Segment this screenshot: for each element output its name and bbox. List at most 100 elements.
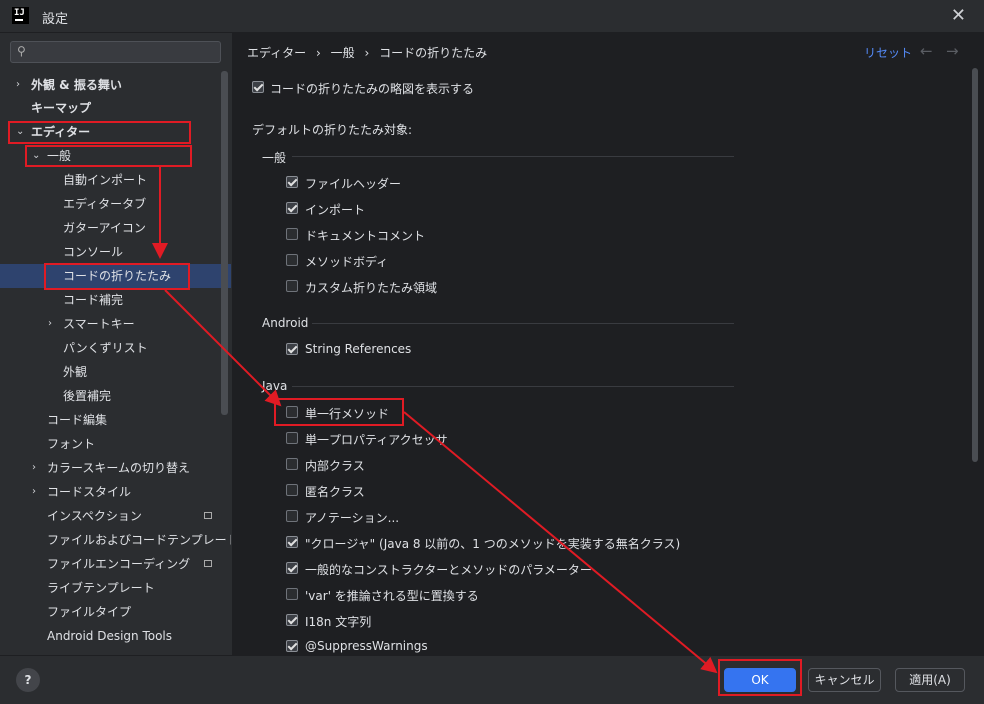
sidebar-item-label: コードスタイル: [47, 485, 132, 499]
sidebar-item-label: キーマップ: [31, 101, 92, 115]
show-outline-label: コードの折りたたみの略図を表示する: [270, 82, 475, 96]
sidebar-item-console[interactable]: コンソール: [0, 240, 231, 264]
option-label: I18n 文字列: [305, 615, 372, 629]
option-annotations-checkbox[interactable]: [286, 510, 298, 522]
sidebar-item-label: インスペクション: [47, 509, 142, 523]
breadcrumb-item[interactable]: エディター: [247, 46, 306, 60]
sidebar-item-editor[interactable]: ⌄ エディター: [0, 120, 231, 144]
chevron-down-icon: ⌄: [16, 126, 25, 137]
sidebar-item-label: 自動インポート: [63, 173, 148, 187]
app-logo: IJ: [12, 7, 29, 24]
content-scrollbar[interactable]: [972, 68, 978, 462]
apply-button[interactable]: 適用(A): [895, 668, 965, 692]
option-label: 単一行メソッド: [305, 407, 390, 421]
sidebar-item-gutter-icons[interactable]: ガターアイコン: [0, 216, 231, 240]
option-string-references-checkbox[interactable]: [286, 343, 298, 355]
option-var-inferred-type-checkbox[interactable]: [286, 588, 298, 600]
sidebar-item-appearance[interactable]: › 外観 & 振る舞い: [0, 73, 231, 97]
help-icon[interactable]: ?: [16, 668, 40, 692]
option-label: 'var' を推論される型に置換する: [305, 589, 479, 603]
option-label: 単一プロパティアクセッサ: [305, 433, 448, 447]
sidebar-item-general[interactable]: ⌄ 一般: [0, 144, 231, 168]
sidebar-item-label: ファイルエンコーディング: [47, 557, 191, 571]
sidebar-item-label: コード補完: [63, 293, 124, 307]
forward-arrow-icon[interactable]: →: [946, 42, 959, 60]
option-property-accessors-checkbox[interactable]: [286, 432, 298, 444]
settings-sidebar: ⚲ › 外観 & 振る舞い キーマップ ⌄ エディター ⌄ 一般 自動インポート…: [0, 33, 231, 655]
option-one-line-methods-checkbox[interactable]: [286, 406, 298, 418]
breadcrumb-separator: ›: [316, 46, 321, 60]
breadcrumb: エディター › 一般 › コードの折りたたみ: [247, 44, 493, 61]
option-i18n-strings-checkbox[interactable]: [286, 614, 298, 626]
sidebar-item-label: カラースキームの切り替え: [47, 461, 191, 475]
search-input[interactable]: ⚲: [10, 41, 221, 63]
sidebar-item-code-folding[interactable]: コードの折りたたみ: [0, 264, 231, 288]
sidebar-item-file-templates[interactable]: ファイルおよびコードテンプレート: [0, 528, 231, 552]
option-label: @SuppressWarnings: [305, 639, 428, 653]
sidebar-item-label: ファイルタイプ: [47, 605, 132, 619]
sidebar-item-file-types[interactable]: ファイルタイプ: [0, 600, 231, 624]
chevron-right-icon: ›: [32, 486, 36, 497]
sidebar-item-label: Android Design Tools: [47, 629, 173, 643]
option-label: メソッドボディ: [305, 255, 389, 269]
sidebar-item-editor-tabs[interactable]: エディタータブ: [0, 192, 231, 216]
sidebar-scrollbar[interactable]: [221, 71, 228, 415]
sidebar-item-breadcrumbs[interactable]: パンくずリスト: [0, 336, 231, 360]
sidebar-item-label: 一般: [47, 149, 72, 163]
back-arrow-icon[interactable]: ←: [920, 42, 933, 60]
show-outline-checkbox[interactable]: [252, 81, 264, 93]
option-anonymous-classes-checkbox[interactable]: [286, 484, 298, 496]
sidebar-item-label: ガターアイコン: [63, 221, 146, 235]
option-method-body-checkbox[interactable]: [286, 254, 298, 266]
sidebar-item-keymap[interactable]: キーマップ: [0, 96, 231, 120]
sidebar-item-code-editing[interactable]: コード編集: [0, 408, 231, 432]
divider: [292, 386, 734, 387]
option-file-header-checkbox[interactable]: [286, 176, 298, 188]
option-label: "クロージャ" (Java 8 以前の、1 つのメソッドを実装する無名クラス): [305, 537, 681, 551]
sidebar-item-auto-import[interactable]: 自動インポート: [0, 168, 231, 192]
option-label: 内部クラス: [305, 459, 365, 473]
sidebar-item-code-completion[interactable]: コード補完: [0, 288, 231, 312]
title-bar: IJ 設定 ✕: [0, 0, 984, 33]
sidebar-item-code-style[interactable]: › コードスタイル: [0, 480, 231, 504]
sidebar-item-label: 後置補完: [63, 389, 112, 403]
sidebar-item-smart-keys[interactable]: › スマートキー: [0, 312, 231, 336]
sidebar-item-postfix-completion[interactable]: 後置補完: [0, 384, 231, 408]
option-label: カスタム折りたたみ領域: [305, 281, 438, 295]
option-closures-checkbox[interactable]: [286, 536, 298, 548]
sidebar-item-label: コードの折りたたみ: [63, 269, 172, 283]
sidebar-item-label: フォント: [47, 437, 96, 451]
sidebar-item-inspections[interactable]: インスペクション: [0, 504, 231, 528]
sidebar-item-font[interactable]: フォント: [0, 432, 231, 456]
option-custom-regions-checkbox[interactable]: [286, 280, 298, 292]
option-label: ファイルヘッダー: [305, 177, 402, 191]
sidebar-item-label: パンくずリスト: [63, 341, 148, 355]
content-header: エディター › 一般 › コードの折りたたみ リセット ← →: [232, 33, 984, 69]
divider: [312, 323, 734, 324]
section-title-general: 一般: [262, 151, 287, 165]
option-suppress-warnings-checkbox[interactable]: [286, 640, 298, 652]
option-inner-classes-checkbox[interactable]: [286, 458, 298, 470]
sidebar-item-label: エディタータブ: [63, 197, 147, 211]
sidebar-item-label: コンソール: [63, 245, 124, 259]
option-doc-comments-checkbox[interactable]: [286, 228, 298, 240]
option-generic-params-checkbox[interactable]: [286, 562, 298, 574]
chevron-right-icon: ›: [16, 79, 20, 90]
settings-content: エディター › 一般 › コードの折りたたみ リセット ← → コードの折りたた…: [232, 33, 984, 655]
ok-button[interactable]: OK: [724, 668, 796, 692]
sidebar-item-live-templates[interactable]: ライブテンプレート: [0, 576, 231, 600]
sidebar-item-color-scheme[interactable]: › カラースキームの切り替え: [0, 456, 231, 480]
close-icon[interactable]: ✕: [951, 5, 966, 26]
sidebar-item-android-design-tools[interactable]: Android Design Tools: [0, 624, 231, 648]
breadcrumb-item[interactable]: 一般: [331, 46, 355, 60]
sidebar-item-label: 外観: [63, 365, 88, 379]
option-imports-checkbox[interactable]: [286, 202, 298, 214]
chevron-right-icon: ›: [48, 318, 52, 329]
reset-link[interactable]: リセット: [864, 44, 912, 61]
option-label: インポート: [305, 203, 366, 217]
cancel-button[interactable]: キャンセル: [808, 668, 881, 692]
sidebar-item-appearance-editor[interactable]: 外観: [0, 360, 231, 384]
option-label: アノテーション...: [305, 511, 400, 525]
sidebar-item-file-encodings[interactable]: ファイルエンコーディング: [0, 552, 231, 576]
window-title: 設定: [42, 12, 69, 27]
